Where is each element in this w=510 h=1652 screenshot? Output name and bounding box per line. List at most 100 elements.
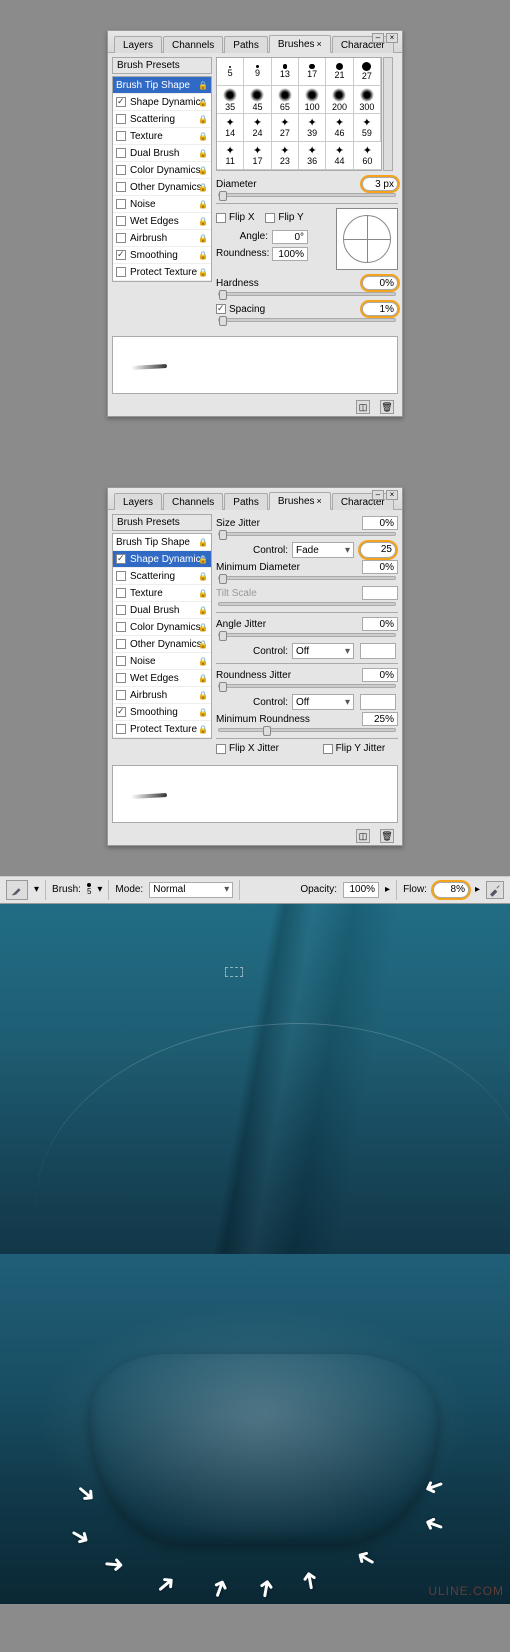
brush-tip-44[interactable]: ✦44 — [326, 142, 353, 170]
angle-jitter-field[interactable]: 0% — [362, 617, 398, 631]
brush-option-shape-dynamics[interactable]: Shape Dynamics🔒 — [113, 94, 211, 111]
opacity-field[interactable]: 100% — [343, 882, 379, 898]
checkbox-icon[interactable] — [116, 131, 126, 141]
brush-option-dual-brush[interactable]: Dual Brush🔒 — [113, 602, 211, 619]
checkbox-icon[interactable] — [116, 199, 126, 209]
mode-dropdown[interactable]: Normal — [149, 882, 233, 898]
brush-option-dual-brush[interactable]: Dual Brush🔒 — [113, 145, 211, 162]
diameter-field[interactable]: 3 px — [362, 177, 398, 191]
roundness-jitter-slider[interactable] — [218, 684, 396, 688]
brush-option-wet-edges[interactable]: Wet Edges🔒 — [113, 213, 211, 230]
flow-field[interactable]: 8% — [433, 882, 469, 898]
angle-field[interactable]: 0° — [272, 230, 308, 244]
airbrush-icon[interactable] — [486, 881, 504, 899]
close-icon[interactable]: × — [386, 490, 398, 500]
brush-tip-11[interactable]: ✦11 — [217, 142, 244, 170]
trash-icon[interactable]: 🗑 — [380, 829, 394, 843]
brush-tip-23[interactable]: ✦23 — [272, 142, 299, 170]
roundness-jitter-field[interactable]: 0% — [362, 668, 398, 682]
brush-tip-grid[interactable]: 5913172127354565100200300✦14✦24✦27✦39✦46… — [216, 57, 382, 171]
angle-jitter-slider[interactable] — [218, 633, 396, 637]
checkbox-icon[interactable] — [116, 639, 126, 649]
flip-y-checkbox[interactable]: Flip Y — [265, 212, 303, 223]
brush-option-smoothing[interactable]: Smoothing🔒 — [113, 247, 211, 264]
brush-option-protect-texture[interactable]: Protect Texture🔒 — [113, 264, 211, 281]
brush-tip-46[interactable]: ✦46 — [326, 114, 353, 142]
brush-option-noise[interactable]: Noise🔒 — [113, 653, 211, 670]
checkbox-icon[interactable] — [116, 114, 126, 124]
opacity-arrow-icon[interactable]: ▸ — [385, 884, 390, 895]
brush-tip-200[interactable]: 200 — [326, 86, 353, 114]
new-preset-icon[interactable]: ◫ — [356, 829, 370, 843]
checkbox-icon[interactable] — [116, 182, 126, 192]
size-jitter-field[interactable]: 0% — [362, 516, 398, 530]
brush-tip-17[interactable]: 17 — [299, 58, 326, 86]
brush-tip-5[interactable]: 5 — [217, 58, 244, 86]
min-roundness-slider[interactable] — [218, 728, 396, 732]
brush-option-brush-tip-shape[interactable]: Brush Tip Shape🔒 — [113, 534, 211, 551]
checkbox-icon[interactable] — [116, 250, 126, 260]
min-diameter-slider[interactable] — [218, 576, 396, 580]
brush-tool-icon[interactable] — [6, 880, 28, 900]
checkbox-icon[interactable] — [116, 588, 126, 598]
brush-tip-21[interactable]: 21 — [326, 58, 353, 86]
brush-tip-39[interactable]: ✦39 — [299, 114, 326, 142]
checkbox-icon[interactable] — [116, 673, 126, 683]
checkbox-icon[interactable] — [116, 622, 126, 632]
brush-tip-65[interactable]: 65 — [272, 86, 299, 114]
brush-option-shape-dynamics[interactable]: Shape Dynamics🔒 — [113, 551, 211, 568]
tab-brushes[interactable]: Brushes× — [269, 35, 331, 53]
brush-tip-27[interactable]: ✦27 — [272, 114, 299, 142]
angle-compass[interactable] — [336, 208, 398, 270]
hardness-slider[interactable] — [218, 292, 396, 296]
canvas-area-splash[interactable]: ➜ ➜ ➜ ➜ ➜ ➜ ➜ ➜ ➜ ➜ ULINE.COM — [0, 1254, 510, 1604]
brush-tip-14[interactable]: ✦14 — [217, 114, 244, 142]
minimize-icon[interactable]: – — [372, 33, 384, 43]
brush-option-wet-edges[interactable]: Wet Edges🔒 — [113, 670, 211, 687]
diameter-slider[interactable] — [218, 193, 396, 197]
checkbox-icon[interactable] — [116, 707, 126, 717]
min-diameter-field[interactable]: 0% — [362, 560, 398, 574]
checkbox-icon[interactable] — [116, 267, 126, 277]
brush-presets-header[interactable]: Brush Presets — [112, 57, 212, 74]
flow-arrow-icon[interactable]: ▸ — [475, 884, 480, 895]
spacing-checkbox[interactable]: Spacing — [216, 304, 265, 315]
brush-tip-59[interactable]: ✦59 — [354, 114, 381, 142]
roundness-control-dropdown[interactable]: Off — [292, 694, 354, 710]
brush-tip-60[interactable]: ✦60 — [354, 142, 381, 170]
brush-option-other-dynamics[interactable]: Other Dynamics🔒 — [113, 179, 211, 196]
flip-x-checkbox[interactable]: Flip X — [216, 212, 255, 223]
brush-tip-45[interactable]: 45 — [244, 86, 271, 114]
size-jitter-slider[interactable] — [218, 532, 396, 536]
tab-channels[interactable]: Channels — [163, 36, 223, 53]
brush-option-texture[interactable]: Texture🔒 — [113, 585, 211, 602]
brush-tip-17[interactable]: ✦17 — [244, 142, 271, 170]
brush-tip-35[interactable]: 35 — [217, 86, 244, 114]
brush-presets-header[interactable]: Brush Presets — [112, 514, 212, 531]
checkbox-icon[interactable] — [116, 571, 126, 581]
checkbox-icon[interactable] — [116, 233, 126, 243]
min-roundness-field[interactable]: 25% — [362, 712, 398, 726]
checkbox-icon[interactable] — [116, 605, 126, 615]
brush-tip-9[interactable]: 9 — [244, 58, 271, 86]
checkbox-icon[interactable] — [116, 165, 126, 175]
flip-x-jitter-checkbox[interactable]: Flip X Jitter — [216, 743, 279, 754]
tab-brushes[interactable]: Brushes× — [269, 492, 331, 510]
brush-option-noise[interactable]: Noise🔒 — [113, 196, 211, 213]
brush-option-scattering[interactable]: Scattering🔒 — [113, 111, 211, 128]
checkbox-icon[interactable] — [116, 690, 126, 700]
checkbox-icon[interactable] — [116, 216, 126, 226]
brush-option-other-dynamics[interactable]: Other Dynamics🔒 — [113, 636, 211, 653]
minimize-icon[interactable]: – — [372, 490, 384, 500]
brush-tip-36[interactable]: ✦36 — [299, 142, 326, 170]
brush-tip-13[interactable]: 13 — [272, 58, 299, 86]
brush-option-texture[interactable]: Texture🔒 — [113, 128, 211, 145]
tab-paths[interactable]: Paths — [224, 493, 268, 510]
brush-option-airbrush[interactable]: Airbrush🔒 — [113, 687, 211, 704]
roundness-field[interactable]: 100% — [272, 247, 308, 261]
brush-option-smoothing[interactable]: Smoothing🔒 — [113, 704, 211, 721]
spacing-slider[interactable] — [218, 318, 396, 322]
brush-option-color-dynamics[interactable]: Color Dynamics🔒 — [113, 162, 211, 179]
tab-layers[interactable]: Layers — [114, 36, 162, 53]
new-preset-icon[interactable]: ◫ — [356, 400, 370, 414]
